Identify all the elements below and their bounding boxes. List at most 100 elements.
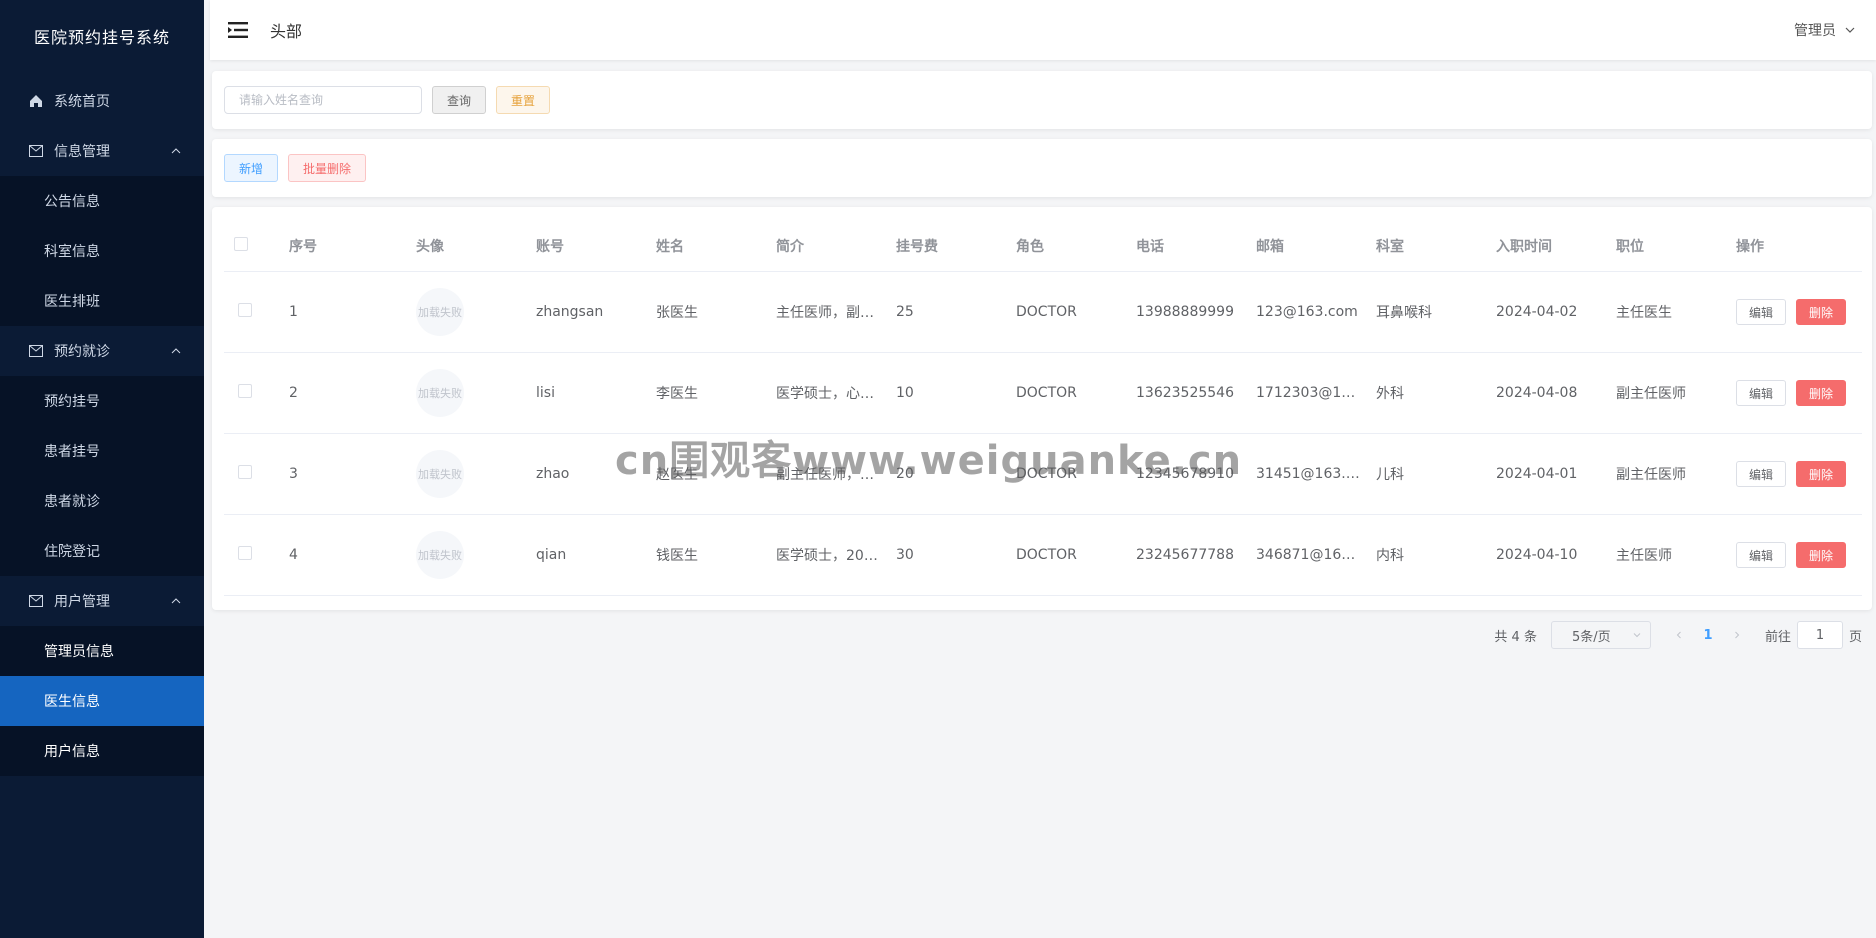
cell-account: zhao: [536, 433, 656, 515]
chevron-right-icon: [1735, 631, 1740, 639]
goto-page-input[interactable]: [1796, 621, 1843, 649]
edit-button[interactable]: 编辑: [1736, 461, 1787, 487]
search-input[interactable]: [224, 86, 422, 114]
page-size-select[interactable]: 5条/页: [1550, 621, 1651, 649]
select-all-checkbox[interactable]: [234, 237, 248, 251]
edit-button[interactable]: 编辑: [1736, 299, 1787, 325]
sidebar-group-info[interactable]: 信息管理: [0, 126, 204, 176]
app-title: 医院预约挂号系统: [33, 28, 170, 47]
chevron-down-icon: [1633, 633, 1641, 638]
batch-delete-button[interactable]: 批量删除: [288, 154, 367, 182]
table-header-row: 序号 头像 账号 姓名 简介 挂号费 角色 电话 邮箱 科室 入职时间 职位 操…: [224, 221, 1862, 272]
sidebar-item-doctor[interactable]: 医生信息: [0, 676, 204, 726]
delete-button[interactable]: 删除: [1796, 380, 1847, 406]
sidebar-item-department[interactable]: 科室信息: [0, 226, 204, 276]
avatar: 加载失败: [416, 288, 464, 336]
doctor-table: 序号 头像 账号 姓名 简介 挂号费 角色 电话 邮箱 科室 入职时间 职位 操…: [224, 221, 1862, 596]
cell-intro: 副主任医师，…: [776, 433, 896, 515]
cell-dept: 内科: [1376, 514, 1496, 596]
search-bar: 查询 重置: [212, 71, 1872, 129]
column-header: 操作: [1736, 221, 1862, 272]
cell-fee: 20: [896, 433, 1016, 515]
sidebar-item-schedule[interactable]: 医生排班: [0, 276, 204, 326]
cell-name: 张医生: [656, 271, 776, 353]
cell-date: 2024-04-10: [1496, 514, 1616, 596]
chevron-up-icon: [171, 148, 181, 154]
mail-icon: [28, 143, 44, 159]
cell-intro: 主任医师，副…: [776, 271, 896, 353]
sidebar-item-notice[interactable]: 公告信息: [0, 176, 204, 226]
page-number[interactable]: 1: [1693, 621, 1723, 649]
query-button[interactable]: 查询: [432, 86, 487, 114]
cell-id: 1: [289, 271, 416, 353]
cell-intro: 医学硕士，心…: [776, 352, 896, 434]
sidebar-item-booking[interactable]: 预约挂号: [0, 376, 204, 426]
goto-label: 前往: [1764, 629, 1791, 645]
sidebar-item-patient-registration[interactable]: 患者挂号: [0, 426, 204, 476]
cell-position: 副主任医师: [1616, 433, 1736, 515]
table-row: 3 加载失败 zhao 赵医生 副主任医师，… 20 DOCTOR 123456…: [224, 433, 1862, 515]
sidebar-group-appointment[interactable]: 预约就诊: [0, 326, 204, 376]
row-checkbox[interactable]: [238, 465, 252, 479]
chevron-down-icon: [1845, 27, 1855, 33]
delete-button[interactable]: 删除: [1796, 299, 1847, 325]
cell-phone: 13988889999: [1136, 271, 1256, 353]
chevron-up-icon: [171, 348, 181, 354]
delete-button[interactable]: 删除: [1796, 461, 1847, 487]
cell-account: qian: [536, 514, 656, 596]
mail-icon: [28, 343, 44, 359]
sidebar-item-admin[interactable]: 管理员信息: [0, 626, 204, 676]
column-header: 职位: [1616, 221, 1736, 272]
row-checkbox[interactable]: [238, 546, 252, 560]
cell-phone: 23245677788: [1136, 514, 1256, 596]
cell-id: 3: [289, 433, 416, 515]
table-row: 4 加载失败 qian 钱医生 医学硕士，20… 30 DOCTOR 23245…: [224, 514, 1862, 596]
prev-page-button[interactable]: [1665, 621, 1693, 649]
cell-fee: 10: [896, 352, 1016, 434]
sidebar: 医院预约挂号系统 系统首页 信息管理 公告信息 科室信息 医生排班 预约就诊 预…: [0, 0, 204, 938]
cell-account: lisi: [536, 352, 656, 434]
column-header: 邮箱: [1256, 221, 1376, 272]
sidebar-item-hospitalization[interactable]: 住院登记: [0, 526, 204, 576]
cell-fee: 25: [896, 271, 1016, 353]
reset-button[interactable]: 重置: [496, 86, 551, 114]
row-checkbox[interactable]: [238, 303, 252, 317]
cell-intro: 医学硕士，20…: [776, 514, 896, 596]
sidebar-item-user[interactable]: 用户信息: [0, 726, 204, 776]
column-header: 姓名: [656, 221, 776, 272]
cell-email: 123@163.com: [1256, 271, 1376, 353]
next-page-button[interactable]: [1723, 621, 1751, 649]
cell-phone: 12345678910: [1136, 433, 1256, 515]
delete-button[interactable]: 删除: [1796, 542, 1847, 568]
column-header: 简介: [776, 221, 896, 272]
avatar: 加载失败: [416, 450, 464, 498]
cell-position: 副主任医师: [1616, 352, 1736, 434]
cell-dept: 外科: [1376, 352, 1496, 434]
sidebar-item-label: 系统首页: [54, 94, 110, 110]
user-name: 管理员: [1794, 23, 1836, 39]
user-dropdown[interactable]: 管理员: [1794, 0, 1856, 60]
column-header: 挂号费: [896, 221, 1016, 272]
cell-role: DOCTOR: [1016, 433, 1136, 515]
sidebar-item-patient-visit[interactable]: 患者就诊: [0, 476, 204, 526]
cell-email: 346871@16…: [1256, 514, 1376, 596]
row-checkbox[interactable]: [238, 384, 252, 398]
column-header: 序号: [289, 221, 416, 272]
add-button[interactable]: 新增: [224, 154, 279, 182]
cell-name: 赵医生: [656, 433, 776, 515]
cell-dept: 儿科: [1376, 433, 1496, 515]
cell-account: zhangsan: [536, 271, 656, 353]
chevron-left-icon: [1676, 631, 1681, 639]
cell-id: 4: [289, 514, 416, 596]
sidebar-group-users[interactable]: 用户管理: [0, 576, 204, 626]
sidebar-item-home[interactable]: 系统首页: [0, 76, 204, 126]
cell-email: 31451@163.…: [1256, 433, 1376, 515]
total-count: 共 4 条: [1494, 629, 1537, 645]
table-row: 2 加载失败 lisi 李医生 医学硕士，心… 10 DOCTOR 136235…: [224, 352, 1862, 434]
header: 头部 管理员: [210, 0, 1876, 60]
edit-button[interactable]: 编辑: [1736, 542, 1787, 568]
column-header: 账号: [536, 221, 656, 272]
edit-button[interactable]: 编辑: [1736, 380, 1787, 406]
cell-date: 2024-04-01: [1496, 433, 1616, 515]
menu-fold-icon[interactable]: [228, 20, 250, 40]
